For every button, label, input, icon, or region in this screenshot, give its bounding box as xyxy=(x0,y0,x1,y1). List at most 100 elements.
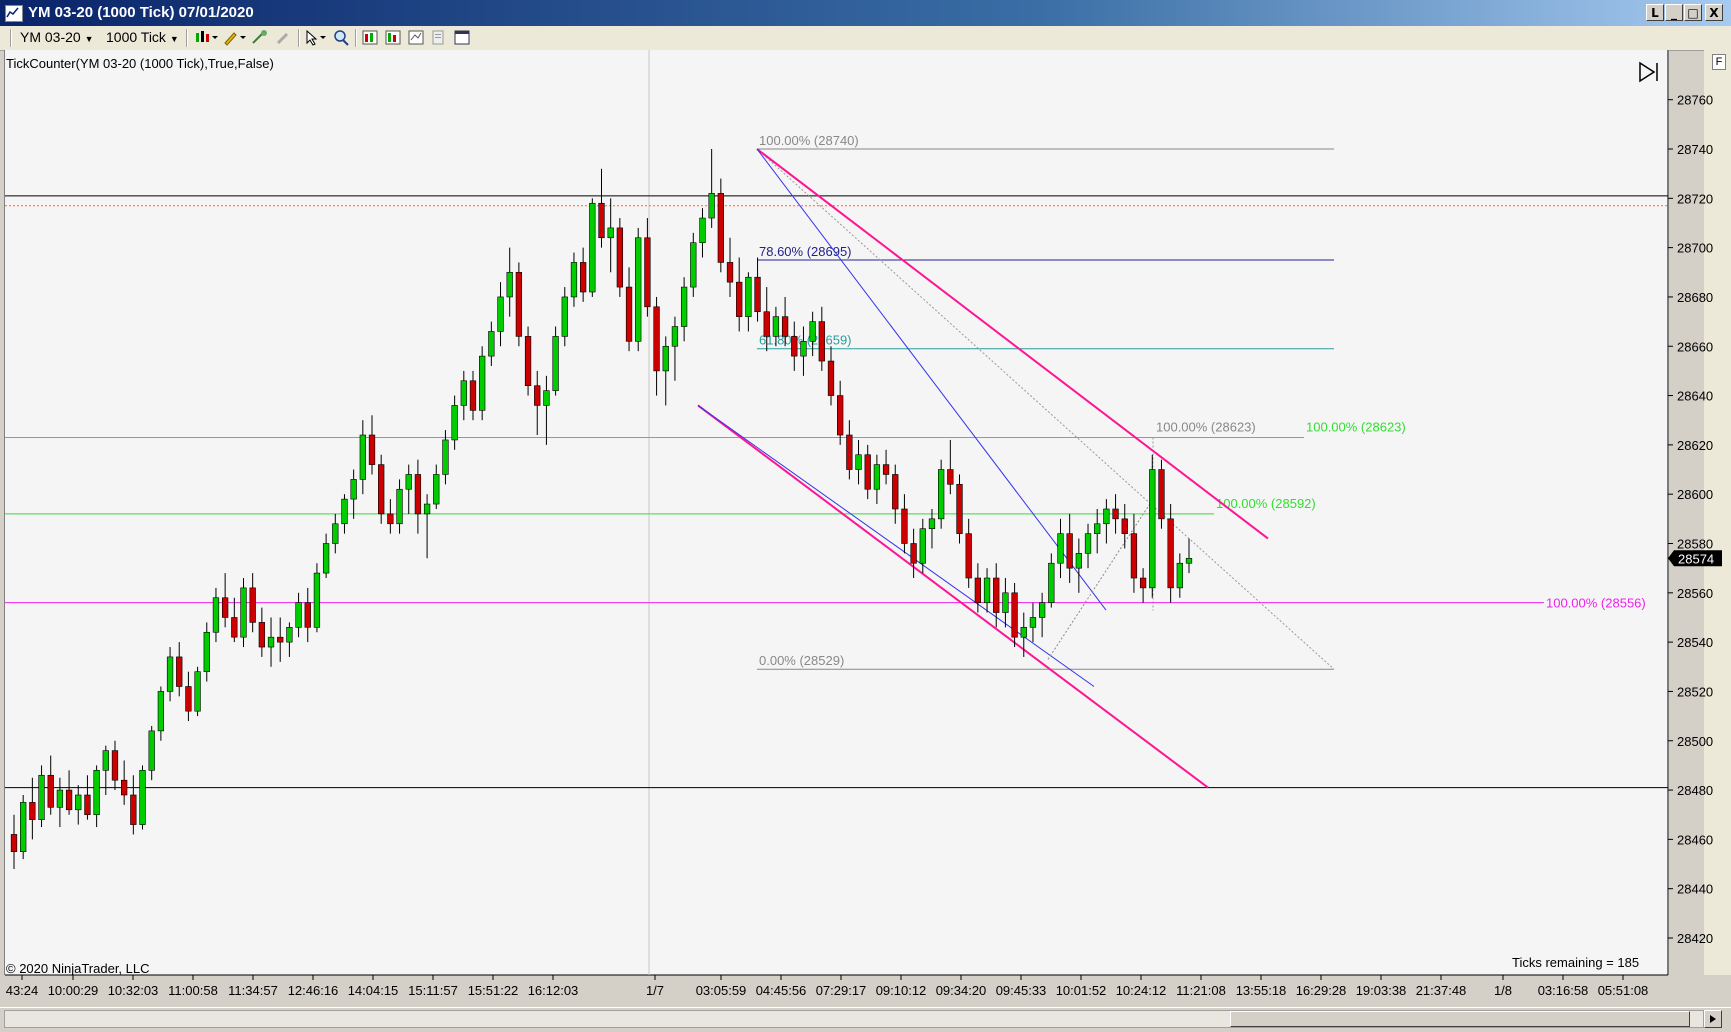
current-price-label: 28574 xyxy=(1678,551,1714,566)
candle-body xyxy=(479,355,486,411)
candle-body xyxy=(359,434,366,480)
candle-body xyxy=(157,691,165,732)
candle-body xyxy=(405,474,412,490)
candle-body xyxy=(368,434,376,465)
price-tick-label: 28700 xyxy=(1677,241,1713,256)
price-tick-label: 28620 xyxy=(1677,438,1713,453)
candle-body xyxy=(130,794,137,825)
candle-body xyxy=(993,577,1000,613)
scrollbar-thumb[interactable] xyxy=(1230,1011,1690,1027)
price-chart[interactable]: 28420 28440 28460 28480 28500 28520 28540 28560… xyxy=(0,0,1731,1031)
candle-body xyxy=(791,336,798,357)
fib-trend-line xyxy=(756,148,1335,670)
candle-body xyxy=(212,597,220,633)
scroll-right-icon[interactable] xyxy=(1704,1010,1722,1028)
candle-body xyxy=(947,469,954,485)
candle-body xyxy=(736,281,743,317)
price-tick-label: 28720 xyxy=(1677,191,1713,206)
time-tick-label: 15:51:22 xyxy=(468,983,519,998)
fib-ext-label: 100.00% (28623) xyxy=(1156,419,1256,434)
candle-body xyxy=(864,454,871,490)
candle-body xyxy=(745,276,752,317)
candle-body xyxy=(313,572,321,628)
candle-body xyxy=(121,779,128,796)
candle-body xyxy=(598,202,605,239)
candle-body xyxy=(974,577,982,603)
price-tick-label: 28420 xyxy=(1677,931,1713,946)
candle-body xyxy=(561,296,568,337)
time-tick-label: 07:29:17 xyxy=(816,983,867,998)
candle-body xyxy=(680,286,688,327)
candle-body xyxy=(625,286,633,342)
scroll-to-end-icon[interactable] xyxy=(1637,60,1661,84)
candle-body xyxy=(754,276,761,313)
candle-body xyxy=(965,533,972,579)
candle-body xyxy=(938,469,945,520)
time-tick-label: 10:00:29 xyxy=(48,983,99,998)
candle-body xyxy=(249,587,256,623)
candle-body xyxy=(1057,533,1064,564)
fib-ext-label: 100.00% (28592) xyxy=(1216,496,1316,511)
time-tick-label: 10:24:12 xyxy=(1116,983,1167,998)
time-tick-label: 03:16:58 xyxy=(1538,983,1589,998)
candle-body xyxy=(699,217,706,243)
time-tick-label: 03:05:59 xyxy=(696,983,747,998)
fib-ext-label: 100.00% (28556) xyxy=(1546,596,1646,611)
candle-body xyxy=(653,306,660,372)
price-tick-label: 28680 xyxy=(1677,290,1713,305)
price-tick-label: 28560 xyxy=(1677,586,1713,601)
candle-body xyxy=(460,380,467,406)
candle-body xyxy=(29,802,36,820)
price-tick-label: 28600 xyxy=(1677,487,1713,502)
candle-body xyxy=(1185,557,1193,564)
candle-body xyxy=(1121,518,1128,534)
time-tick-label: 14:04:15 xyxy=(348,983,399,998)
price-tick-label: 28520 xyxy=(1677,684,1713,699)
blue-trend-line xyxy=(697,405,1095,687)
candle-body xyxy=(717,193,724,263)
price-tick-label: 28640 xyxy=(1677,389,1713,404)
candle-body xyxy=(1084,533,1092,554)
candle-body xyxy=(166,656,174,692)
candle-body xyxy=(185,686,192,712)
candle-body xyxy=(635,237,642,342)
time-tick-label: 09:45:33 xyxy=(996,983,1047,998)
candle-body xyxy=(1158,469,1165,520)
candle-body xyxy=(341,498,348,525)
candle-body xyxy=(855,454,862,470)
candle-body xyxy=(488,331,495,357)
time-tick-label: 04:45:56 xyxy=(756,983,807,998)
candle-body xyxy=(662,345,669,372)
candle-body xyxy=(231,617,238,638)
time-tick-label: 05:51:08 xyxy=(1598,983,1649,998)
candle-body xyxy=(1176,562,1183,589)
price-tick-label: 28660 xyxy=(1677,339,1713,354)
candle-body xyxy=(919,528,926,564)
candle-body xyxy=(837,395,844,436)
candle-body xyxy=(1075,553,1082,569)
candle-body xyxy=(442,439,449,475)
price-tick-label: 28740 xyxy=(1677,142,1713,157)
price-tick-label: 28480 xyxy=(1677,783,1713,798)
fib-ext-label: 100.00% (28623) xyxy=(1306,419,1406,434)
candle-body xyxy=(892,474,899,510)
price-tick-label: 28440 xyxy=(1677,882,1713,897)
candle-body xyxy=(534,385,541,406)
time-tick-label: 43:24 xyxy=(6,983,39,998)
time-tick-label: 16:12:03 xyxy=(528,983,579,998)
candle-body xyxy=(1002,592,1009,613)
price-tick-label: 28540 xyxy=(1677,635,1713,650)
candle-body xyxy=(956,484,963,534)
candle-body xyxy=(176,656,183,687)
dotted-trend-line xyxy=(1047,498,1154,660)
candle-body xyxy=(378,464,385,515)
candle-body xyxy=(809,321,816,342)
time-tick-label: 1/7 xyxy=(646,983,664,998)
time-tick-label: 15:11:57 xyxy=(408,983,458,998)
candle-body xyxy=(579,262,587,293)
candle-body xyxy=(47,774,54,808)
price-tick-label: 28500 xyxy=(1677,734,1713,749)
candle-body xyxy=(451,405,458,441)
time-tick-label: 12:46:16 xyxy=(288,983,339,998)
candle-body xyxy=(589,202,596,293)
